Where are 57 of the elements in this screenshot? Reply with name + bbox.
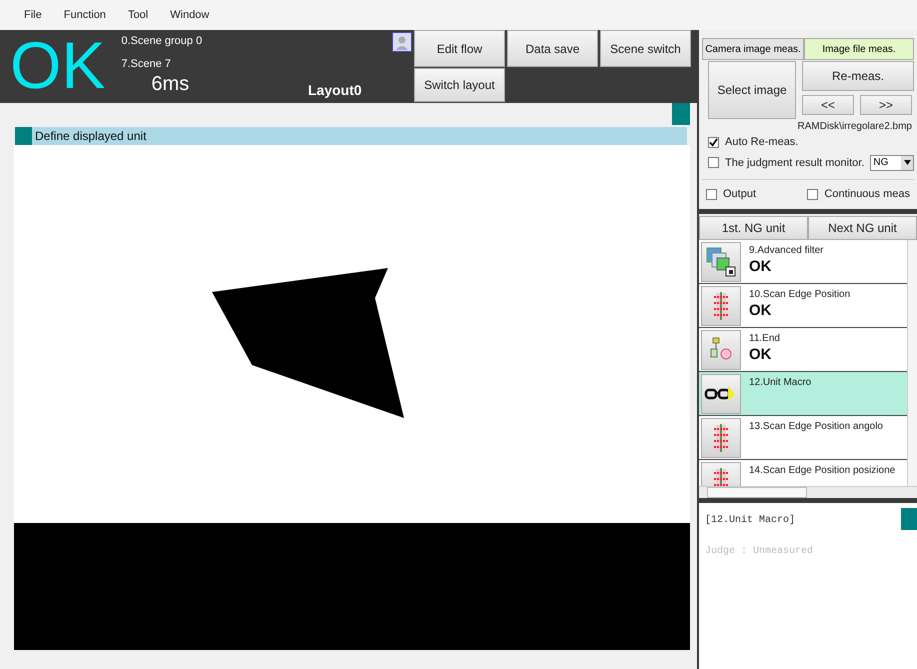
toolbar-button[interactable]: Edit flow: [414, 30, 505, 67]
checkbox-label: Continuous meas: [824, 187, 910, 202]
layout-text: Layout0: [308, 81, 362, 100]
scene-group-text: 0.Scene group 0: [121, 34, 202, 49]
dropdown-arrow-icon: [904, 160, 910, 166]
unit-name: 11.End: [749, 332, 780, 346]
unit-row[interactable]: 11.End OK: [699, 328, 907, 372]
unit-name: 10.Scan Edge Position: [749, 288, 850, 302]
unit-name: 12.Unit Macro: [749, 376, 812, 390]
checkbox[interactable]: [706, 188, 717, 200]
unit-row[interactable]: 14.Scan Edge Position posizione: [699, 460, 907, 486]
unit-result: OK: [749, 346, 772, 364]
judgement-text: OK: [10, 32, 106, 103]
unit-row[interactable]: 10.Scan Edge Position OK: [699, 284, 907, 328]
unit-label: Define displayed unit: [35, 128, 146, 145]
corner-handle[interactable]: [901, 508, 917, 530]
time-text: 6ms: [151, 72, 190, 97]
ng-unit-button[interactable]: Next NG unit: [808, 216, 917, 240]
checkbox[interactable]: [708, 136, 719, 148]
judge-status: Judge : Unmeasured: [705, 544, 814, 558]
detail-title: [12.Unit Macro]: [705, 514, 796, 528]
remeasure-button[interactable]: Re-meas.: [802, 61, 914, 91]
checkbox[interactable]: [807, 188, 818, 200]
checkbox-label: Output: [723, 187, 756, 202]
unit-name: 14.Scan Edge Position posizione: [749, 464, 896, 478]
previous-button[interactable]: <<: [802, 95, 854, 115]
next-button[interactable]: >>: [860, 95, 912, 115]
mode-tab[interactable]: Image file meas.: [804, 38, 914, 60]
mode-tab[interactable]: Camera image meas.: [702, 38, 804, 60]
menu-item[interactable]: File: [24, 6, 42, 24]
unit-row[interactable]: 12.Unit Macro: [699, 372, 907, 416]
checkbox[interactable]: [708, 157, 719, 168]
unit-name: 9.Advanced filter: [749, 244, 824, 258]
menu-item[interactable]: Window: [170, 6, 210, 24]
menu-item[interactable]: Function: [64, 6, 106, 24]
scene-text: 7.Scene 7: [121, 56, 172, 72]
horizontal-scrollbar[interactable]: [699, 486, 917, 498]
corner-handle[interactable]: [672, 103, 690, 125]
unit-result: OK: [749, 302, 772, 320]
scrollbar[interactable]: [907, 240, 917, 486]
toolbar-button[interactable]: Data save: [507, 30, 598, 67]
result-dropdown[interactable]: NG: [870, 154, 914, 171]
checkbox-label: The judgment result monitor.: [725, 156, 864, 170]
checkbox-label: Auto Re-meas.: [725, 135, 798, 150]
unit-name: 13.Scan Edge Position angolo: [749, 420, 883, 434]
stacked-images-icon: [704, 244, 738, 278]
menu-item[interactable]: Tool: [128, 6, 148, 24]
file-path: RAMDisk\irregolare2.bmp: [798, 120, 913, 134]
toolbar-button[interactable]: Switch layout: [414, 68, 505, 102]
unit-row[interactable]: 9.Advanced filter OK: [699, 240, 907, 284]
unit-result: OK: [749, 258, 772, 276]
ng-unit-button[interactable]: 1st. NG unit: [699, 216, 808, 240]
unit-row[interactable]: 13.Scan Edge Position angolo: [699, 416, 907, 460]
user-icon[interactable]: [392, 32, 412, 52]
unit-marker-icon: [15, 127, 32, 145]
select-image-button[interactable]: Select image: [708, 61, 796, 119]
toolbar-button[interactable]: Scene switch: [600, 30, 691, 67]
